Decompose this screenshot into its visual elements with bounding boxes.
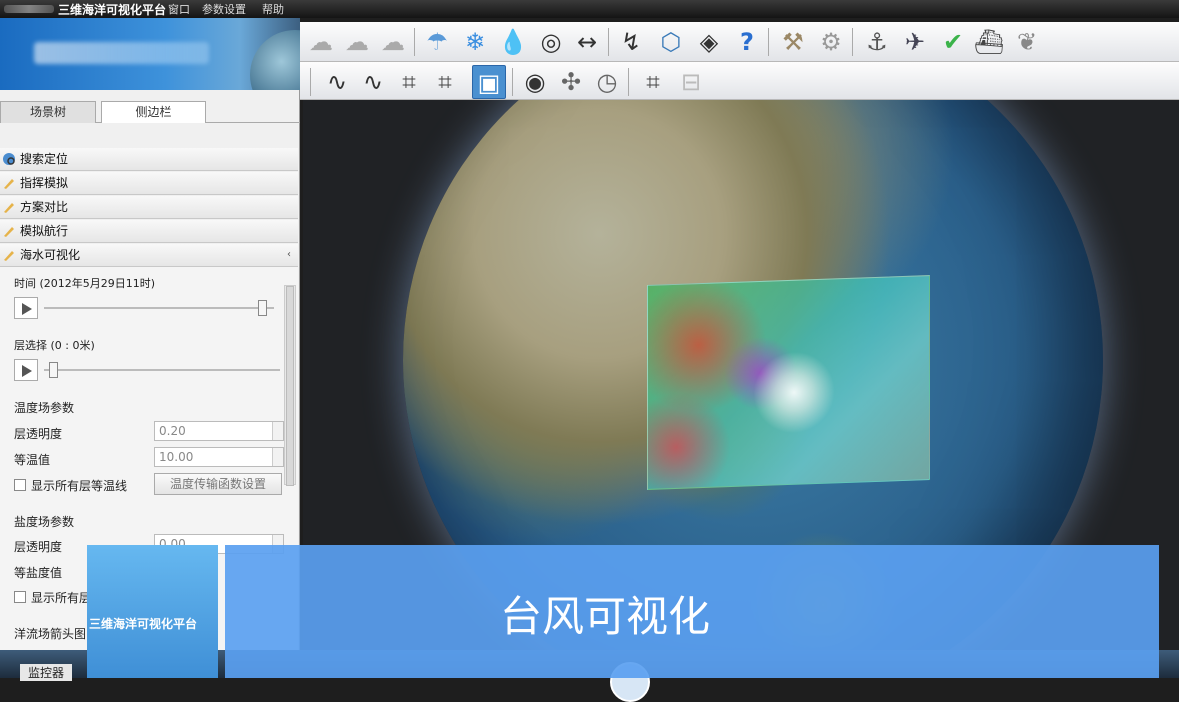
time-play-button[interactable]: [14, 297, 38, 319]
salt-iso-label: 等盐度值: [14, 566, 63, 580]
temp-show-all-checkbox[interactable]: [14, 479, 26, 491]
app-banner: [0, 18, 300, 90]
screen-icon[interactable]: ▣: [472, 65, 506, 99]
crop-icon[interactable]: ⌗: [392, 65, 426, 99]
menu-help[interactable]: 帮助: [262, 1, 284, 17]
ship-icon[interactable]: ⛴: [972, 25, 1006, 59]
overlay-logo: 三维海洋可视化平台: [87, 545, 218, 678]
pen-icon: [4, 203, 14, 213]
tool-icon[interactable]: ⚙: [814, 25, 848, 59]
salt-group-title: 盐度场参数: [14, 515, 75, 529]
crop-stop-icon[interactable]: ⌗: [428, 65, 462, 99]
section-label: 指挥模拟: [20, 176, 69, 190]
section-label: 模拟航行: [20, 224, 69, 238]
panel-scrollbar[interactable]: [284, 285, 296, 486]
cloud-icon[interactable]: ☁: [340, 25, 374, 59]
leaf-icon[interactable]: ❦: [1010, 25, 1044, 59]
section-label: 方案对比: [20, 200, 69, 214]
ship-route-icon[interactable]: ↯: [614, 25, 648, 59]
caption-overlay: 三维海洋可视化平台 台风可视化: [87, 545, 1159, 678]
water-drop-icon[interactable]: 💧: [496, 25, 530, 59]
wave-icon[interactable]: ∿: [320, 65, 354, 99]
salt-show-all-label: 显示所有层: [31, 591, 92, 605]
temp-alpha-label: 层透明度: [14, 427, 63, 441]
title-bar: 三维海洋可视化平台 窗口 参数设置 帮助: [0, 0, 1179, 18]
temp-iso-label: 等温值: [14, 453, 51, 467]
box-map-icon[interactable]: ⬡: [654, 25, 688, 59]
menu-window[interactable]: 窗口: [168, 1, 190, 17]
caption-text: 台风可视化: [499, 592, 710, 641]
check-icon[interactable]: ✔: [936, 25, 970, 59]
tab-scene-tree[interactable]: 场景树: [0, 101, 96, 123]
export-icon[interactable]: ⊟: [674, 65, 708, 99]
window-title: 三维海洋可视化平台: [58, 3, 167, 17]
time-slider-track[interactable]: [44, 307, 274, 309]
help-icon[interactable]: ?: [730, 25, 764, 59]
time-label: 时间 (2012年5月29日11时): [14, 277, 156, 290]
collapse-icon[interactable]: ‹: [287, 244, 291, 266]
panel-tabs: 场景树 侧边栏: [0, 101, 300, 123]
app-logo: [4, 5, 54, 13]
tab-sidebar[interactable]: 侧边栏: [101, 101, 206, 123]
wave-stop-icon[interactable]: ∿: [356, 65, 390, 99]
section-label: 海水可视化: [20, 248, 81, 262]
location-icon[interactable]: ◉: [518, 65, 552, 99]
section-command[interactable]: 指挥模拟: [0, 172, 298, 195]
temp-alpha-input[interactable]: 0.20: [154, 421, 284, 441]
tool-icon[interactable]: ⚒: [776, 25, 810, 59]
layers-icon[interactable]: ◈: [692, 25, 726, 59]
cloud-icon[interactable]: ☁: [376, 25, 410, 59]
layer-slider-track[interactable]: [44, 369, 280, 371]
plane-icon[interactable]: ✈: [898, 25, 932, 59]
typhoon-field-overlay: [647, 275, 930, 490]
snow-icon[interactable]: ❄: [458, 25, 492, 59]
network-icon[interactable]: ✣: [554, 65, 588, 99]
time-slider-thumb[interactable]: [257, 300, 267, 316]
section-search[interactable]: 搜索定位: [0, 148, 298, 171]
section-compare[interactable]: 方案对比: [0, 196, 298, 219]
layer-play-button[interactable]: [14, 359, 38, 381]
salt-alpha-label: 层透明度: [14, 540, 63, 554]
section-navigation[interactable]: 模拟航行: [0, 220, 298, 243]
globe-search-icon: [3, 153, 15, 165]
monitor-label[interactable]: 监控器: [20, 664, 73, 681]
current-group-title: 洋流场箭头图: [14, 627, 87, 641]
pen-icon: [4, 251, 14, 261]
menu-settings[interactable]: 参数设置: [202, 1, 246, 17]
pen-icon: [4, 227, 14, 237]
temp-group-title: 温度场参数: [14, 401, 75, 415]
clock-icon[interactable]: ◷: [590, 65, 624, 99]
layer-label: 层选择 (0 : 0米): [14, 339, 95, 352]
section-seawater[interactable]: 海水可视化 ‹: [0, 244, 298, 267]
temp-iso-input[interactable]: 10.00: [154, 447, 284, 467]
cloud-icon[interactable]: ☁: [304, 25, 338, 59]
measure-icon[interactable]: ↔: [570, 25, 604, 59]
temp-transfer-button[interactable]: 温度传输函数设置: [154, 473, 282, 495]
banner-globe-icon: [250, 30, 300, 90]
pen-icon: [4, 179, 14, 189]
section-label: 搜索定位: [20, 152, 69, 166]
salt-show-all-checkbox[interactable]: [14, 591, 26, 603]
overlay-logo-text: 三维海洋可视化平台: [89, 617, 198, 631]
caption-banner: 台风可视化: [225, 545, 1159, 678]
layer-slider-thumb[interactable]: [48, 362, 58, 378]
rain-icon[interactable]: ☂: [420, 25, 454, 59]
toolbar-weather: ☁ ☁ ☁ ☂ ❄ 💧 ◎ ↔ ↯ ⬡ ◈ ? ⚒ ⚙ ⚓ ✈ ✔ ⛴ ❦: [300, 22, 1179, 62]
crop-export-icon[interactable]: ⌗: [636, 65, 670, 99]
banner-text: [34, 42, 209, 64]
robot-arm-icon[interactable]: ⚓: [860, 25, 894, 59]
radar-icon[interactable]: ◎: [534, 25, 568, 59]
toolbar-tools: ∿ ∿ ⌗ ⌗ ▣ ◉ ✣ ◷ ⌗ ⊟: [300, 62, 1179, 100]
temp-show-all-label: 显示所有层等温线: [31, 479, 128, 493]
